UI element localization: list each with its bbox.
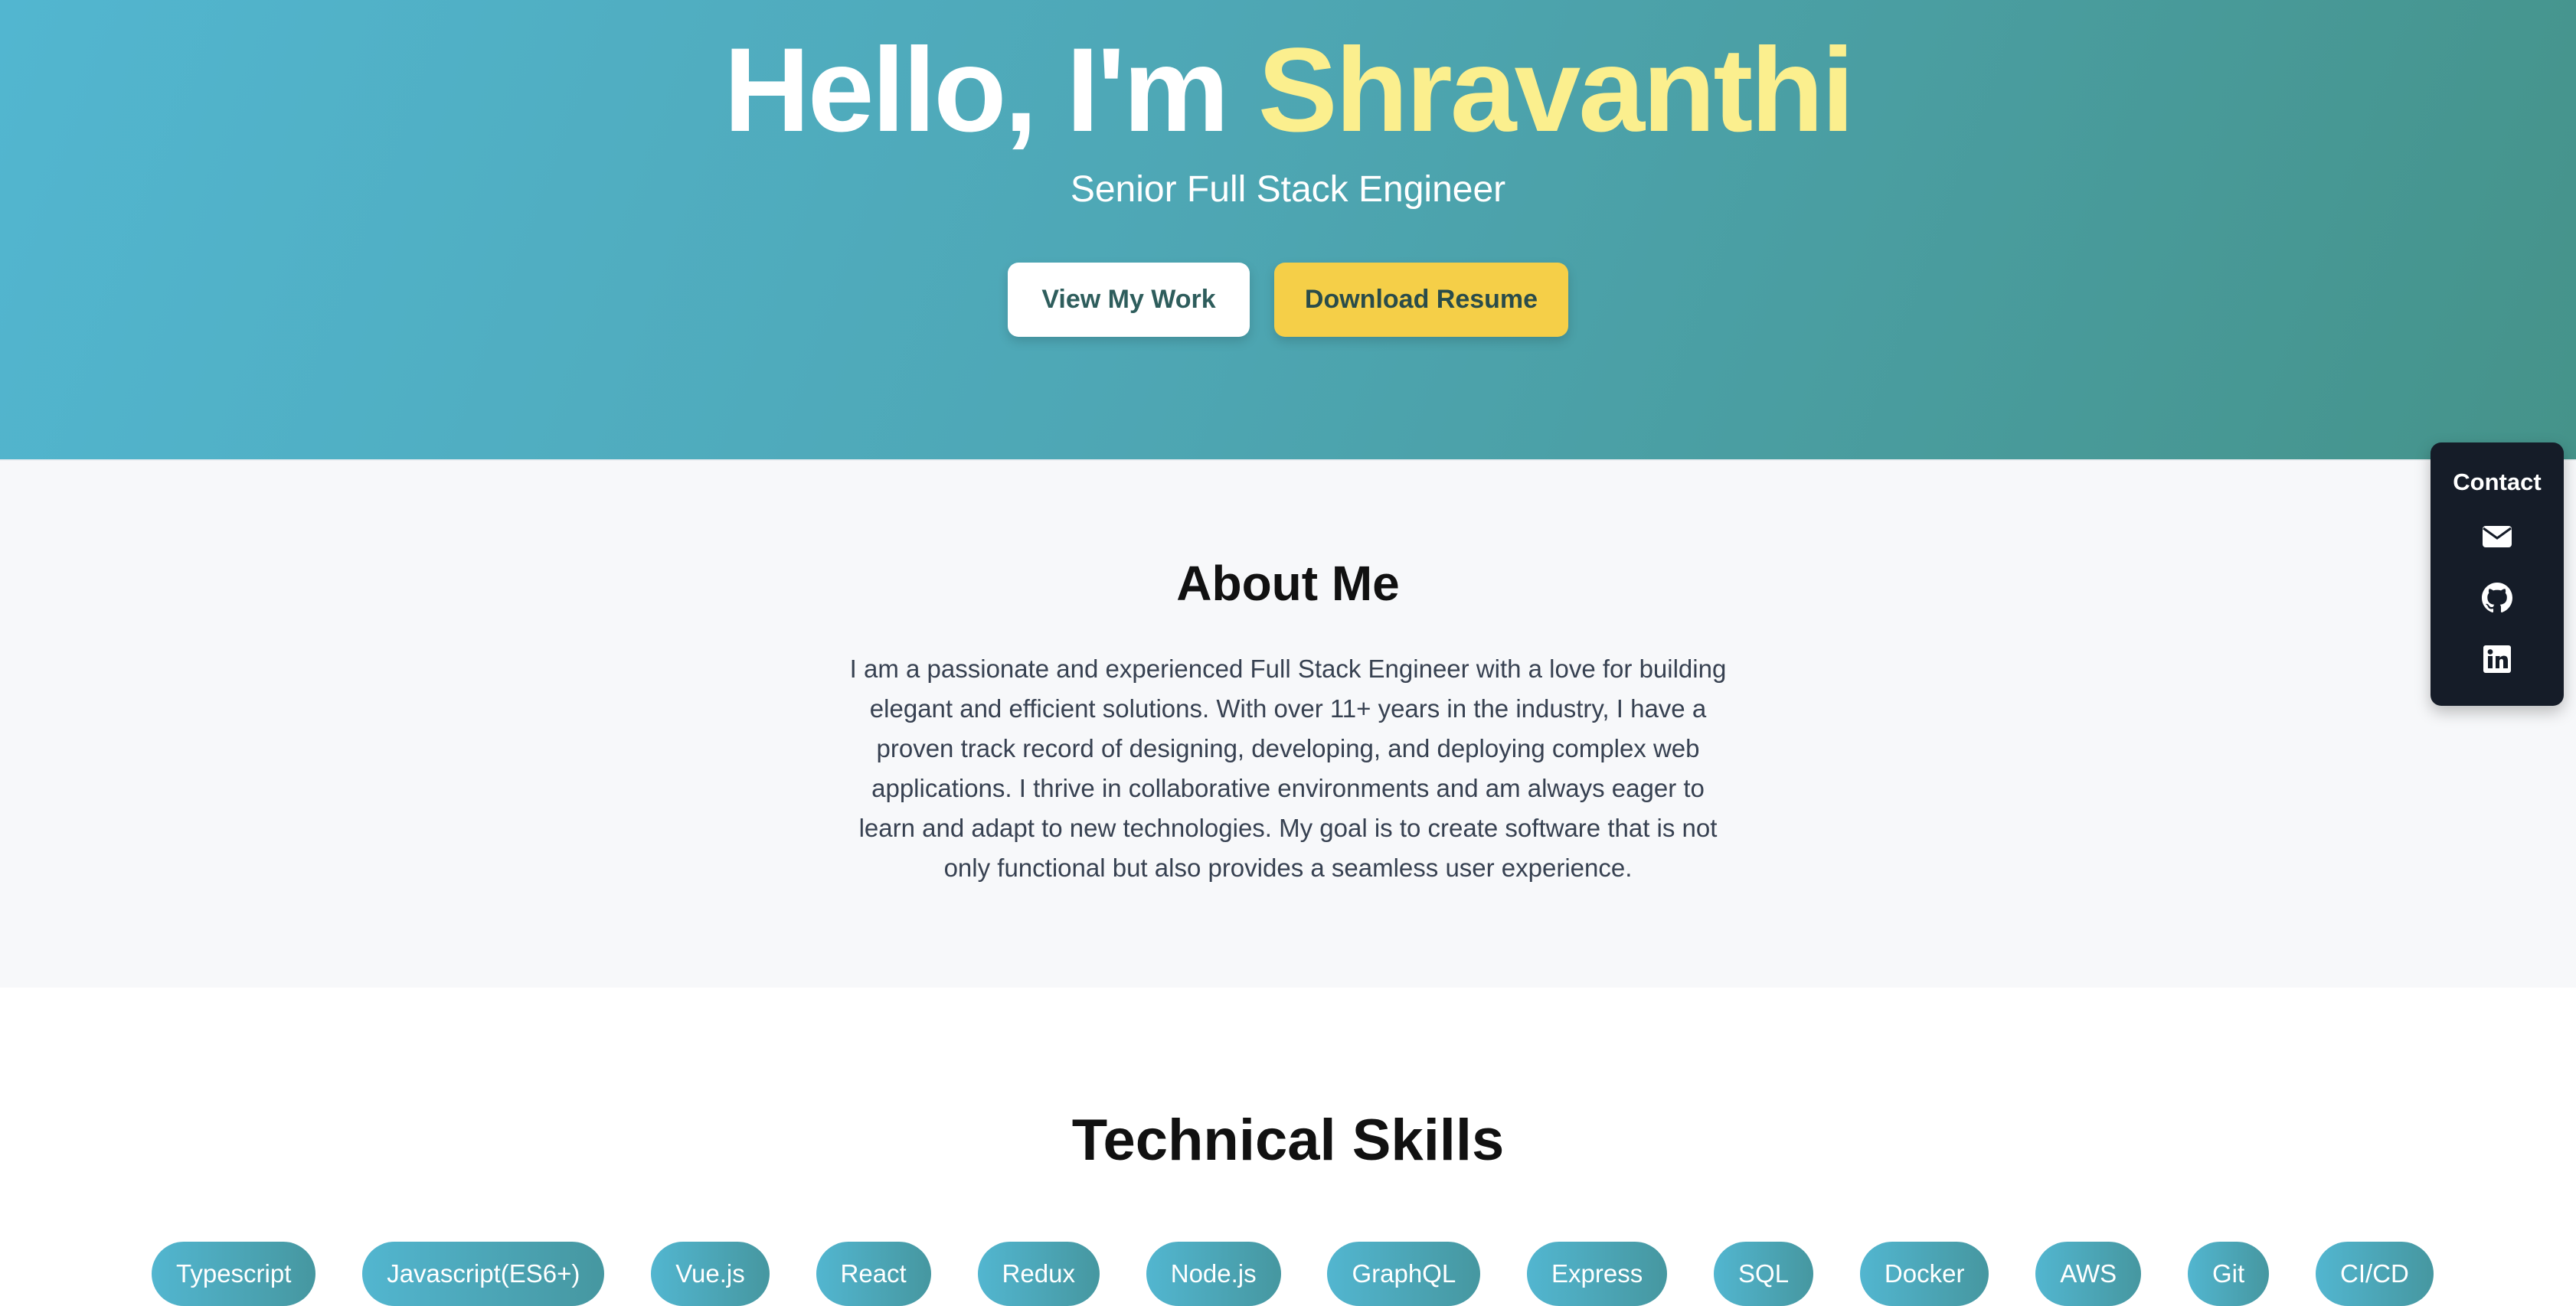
- skill-chip-vuejs: Vue.js: [651, 1242, 770, 1306]
- about-section: About Me I am a passionate and experienc…: [0, 459, 2576, 988]
- skills-title: Technical Skills: [1071, 1108, 1505, 1173]
- hero-heading: Hello, I'm Shravanthi: [0, 21, 2576, 159]
- skill-chip-docker: Docker: [1859, 1242, 1989, 1306]
- skill-chip-cicd: CI/CD: [2316, 1242, 2434, 1306]
- hero-section: Hello, I'm Shravanthi Senior Full Stack …: [0, 0, 2576, 459]
- skill-chip-graphql: GraphQL: [1327, 1242, 1481, 1306]
- skill-chip-redux: Redux: [977, 1242, 1100, 1306]
- about-title: About Me: [1176, 556, 1400, 611]
- skills-list: Typescript Javascript(ES6+) Vue.js React…: [152, 1242, 2434, 1306]
- skill-chip-typescript: Typescript: [152, 1242, 316, 1306]
- contact-panel: Contact: [2431, 442, 2564, 706]
- hero-subtitle: Senior Full Stack Engineer: [1070, 169, 1506, 210]
- hero-buttons: View My Work Download Resume: [0, 263, 2576, 337]
- linkedin-icon[interactable]: [2482, 644, 2512, 674]
- skill-chip-express: Express: [1527, 1242, 1668, 1306]
- contact-title: Contact: [2453, 469, 2542, 495]
- github-icon[interactable]: [2482, 583, 2512, 613]
- view-my-work-button[interactable]: View My Work: [1008, 263, 1250, 337]
- about-text: I am a passionate and experienced Full S…: [849, 655, 1727, 882]
- hero-name: Shravanthi: [1257, 24, 1855, 157]
- skill-chip-javascript: Javascript(ES6+): [362, 1242, 605, 1306]
- skill-chip-nodejs: Node.js: [1146, 1242, 1281, 1306]
- hero-greeting: Hello, I'm: [724, 24, 1258, 157]
- skill-chip-git: Git: [2188, 1242, 2270, 1306]
- skill-chip-react: React: [816, 1242, 931, 1306]
- skill-chip-aws: AWS: [2035, 1242, 2142, 1306]
- download-resume-button[interactable]: Download Resume: [1274, 263, 1568, 337]
- envelope-icon[interactable]: [2482, 521, 2512, 552]
- skill-chip-sql: SQL: [1714, 1242, 1814, 1306]
